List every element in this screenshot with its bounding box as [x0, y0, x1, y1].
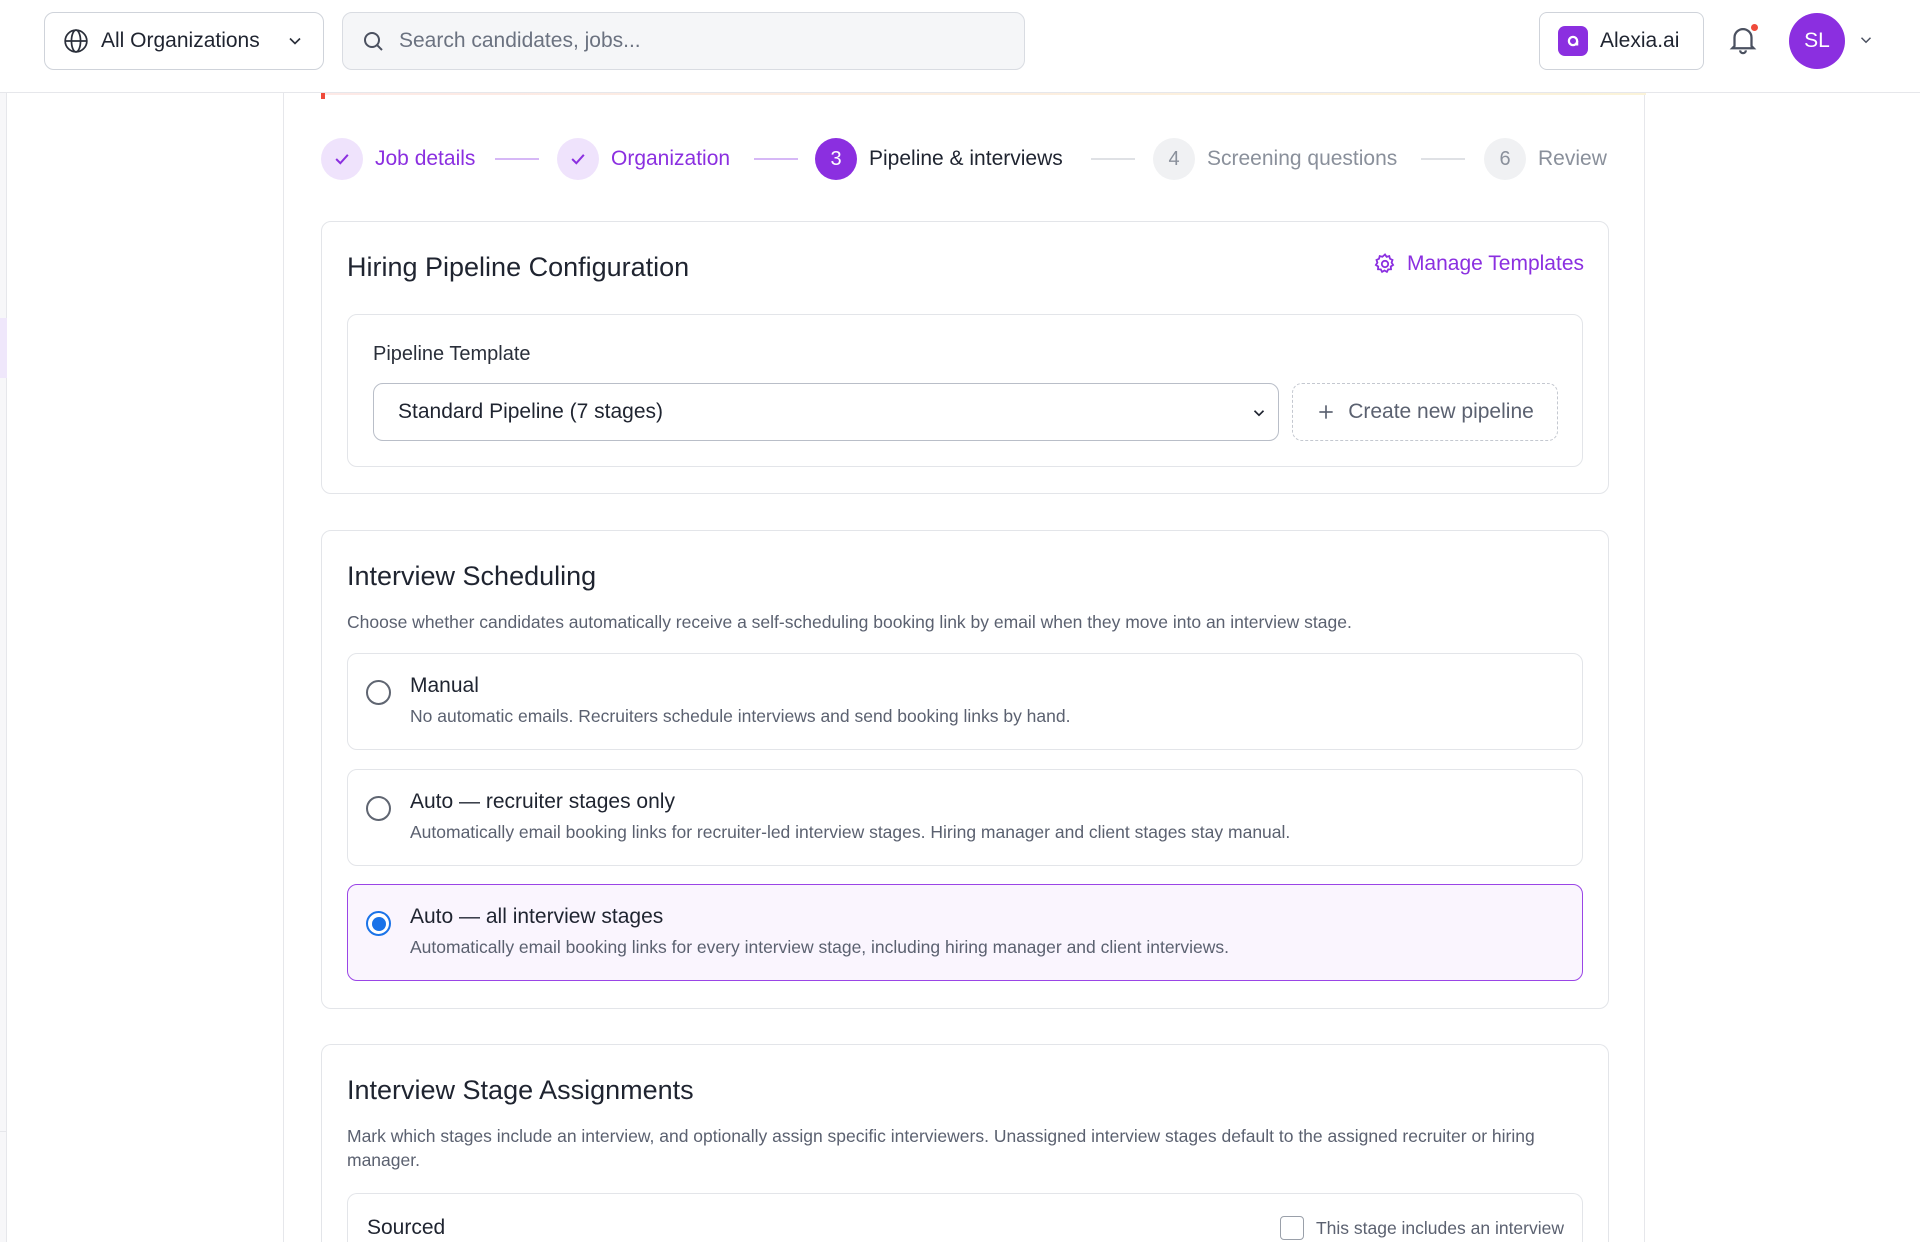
section-title: Interview Scheduling [347, 561, 597, 591]
step-job-details[interactable]: Job details [321, 137, 475, 181]
scheduling-option-manual[interactable]: Manual No automatic emails. Recruiters s… [347, 653, 1583, 750]
notification-dot [1749, 22, 1760, 33]
step-label: Job details [375, 147, 476, 170]
step-number: 3 [815, 138, 857, 180]
checkbox-label: This stage includes an interview [1315, 1217, 1564, 1238]
pipeline-config-card: Hiring Pipeline Configuration Manage Tem… [321, 221, 1609, 494]
step-organization[interactable]: Organization [557, 137, 730, 181]
step-label: Organization [611, 147, 731, 170]
stage-assignments-card: Interview Stage Assignments Mark which s… [321, 1044, 1609, 1242]
chevron-down-icon [289, 37, 301, 45]
check-icon [557, 138, 599, 180]
step-label: Screening questions [1207, 147, 1398, 170]
pipeline-template-value: Standard Pipeline (7 stages) [398, 400, 663, 423]
option-description: No automatic emails. Recruiters schedule… [410, 706, 1071, 726]
step-label: Review [1538, 147, 1607, 170]
alexia-ai-button[interactable]: Alexia.ai [1539, 12, 1704, 70]
sidebar-divider [0, 1131, 7, 1132]
interview-scheduling-card: Interview Scheduling Choose whether cand… [321, 530, 1609, 1009]
alexia-logo-icon [1558, 26, 1588, 56]
option-description: Automatically email booking links for ev… [410, 937, 1230, 957]
pipeline-template-label: Pipeline Template [373, 343, 531, 365]
notifications-button[interactable] [1726, 22, 1762, 58]
chevron-down-icon [1253, 410, 1265, 417]
section-description: Choose whether candidates automatically … [347, 612, 1352, 632]
progress-accent [321, 93, 1646, 95]
pipeline-template-panel: Pipeline Template Standard Pipeline (7 s… [347, 314, 1583, 467]
job-form-panel: Job details Organization 3 Pipeline & in… [283, 93, 1646, 1242]
section-description: Mark which stages include an interview, … [347, 1126, 1535, 1170]
interview-stage-toggle[interactable]: This stage includes an interview [1279, 1216, 1564, 1240]
global-search[interactable] [342, 12, 1025, 70]
step-connector [1421, 158, 1465, 160]
option-title: Manual [410, 674, 479, 697]
search-icon [364, 32, 383, 51]
option-description: Automatically email booking links for re… [410, 822, 1291, 842]
section-title: Hiring Pipeline Configuration [347, 252, 690, 282]
step-number: 4 [1153, 138, 1195, 180]
gear-icon [1374, 253, 1395, 274]
checkbox[interactable] [1279, 1216, 1304, 1240]
plus-icon [1319, 405, 1333, 419]
alexia-ai-label: Alexia.ai [1600, 29, 1680, 52]
avatar-initials: SL [1804, 29, 1830, 52]
option-title: Auto — recruiter stages only [410, 790, 675, 813]
step-number: 6 [1484, 138, 1526, 180]
radio-button-selected[interactable] [366, 911, 391, 936]
organization-selector[interactable]: All Organizations [44, 12, 324, 70]
check-icon [321, 138, 363, 180]
sidebar-active-marker [0, 318, 7, 378]
organization-selector-label: All Organizations [101, 29, 260, 52]
form-stepper: Job details Organization 3 Pipeline & in… [321, 137, 1611, 181]
step-review[interactable]: 6 Review [1484, 137, 1607, 181]
step-connector [754, 158, 798, 160]
step-connector [1091, 158, 1135, 160]
scheduling-option-recruiter-only[interactable]: Auto — recruiter stages only Automatical… [347, 769, 1583, 866]
manage-templates-link[interactable]: Manage Templates [1373, 252, 1584, 276]
chevron-down-icon[interactable] [1857, 31, 1875, 49]
user-avatar[interactable]: SL [1789, 13, 1845, 69]
step-connector [495, 158, 539, 160]
step-label: Pipeline & interviews [869, 147, 1063, 170]
top-bar: All Organizations Alexia.ai SL [0, 0, 1920, 93]
section-title: Interview Stage Assignments [347, 1075, 694, 1105]
radio-button[interactable] [366, 680, 391, 705]
sidebar-edge [0, 93, 7, 1242]
globe-icon [64, 29, 88, 53]
create-pipeline-label: Create new pipeline [1348, 400, 1534, 423]
stage-name: Sourced [367, 1216, 446, 1239]
radio-button[interactable] [366, 796, 391, 821]
search-input[interactable] [399, 29, 999, 53]
step-pipeline-interviews[interactable]: 3 Pipeline & interviews [815, 137, 1063, 181]
create-pipeline-button[interactable]: Create new pipeline [1292, 383, 1558, 441]
step-screening-questions[interactable]: 4 Screening questions [1153, 137, 1397, 181]
pipeline-template-select[interactable]: Standard Pipeline (7 stages) [373, 383, 1279, 441]
manage-templates-label: Manage Templates [1406, 252, 1584, 275]
option-title: Auto — all interview stages [410, 905, 664, 928]
stage-row: Sourced This stage includes an interview [347, 1193, 1583, 1242]
progress-accent-mark [321, 93, 325, 99]
scheduling-option-all-stages[interactable]: Auto — all interview stages Automaticall… [347, 884, 1583, 981]
